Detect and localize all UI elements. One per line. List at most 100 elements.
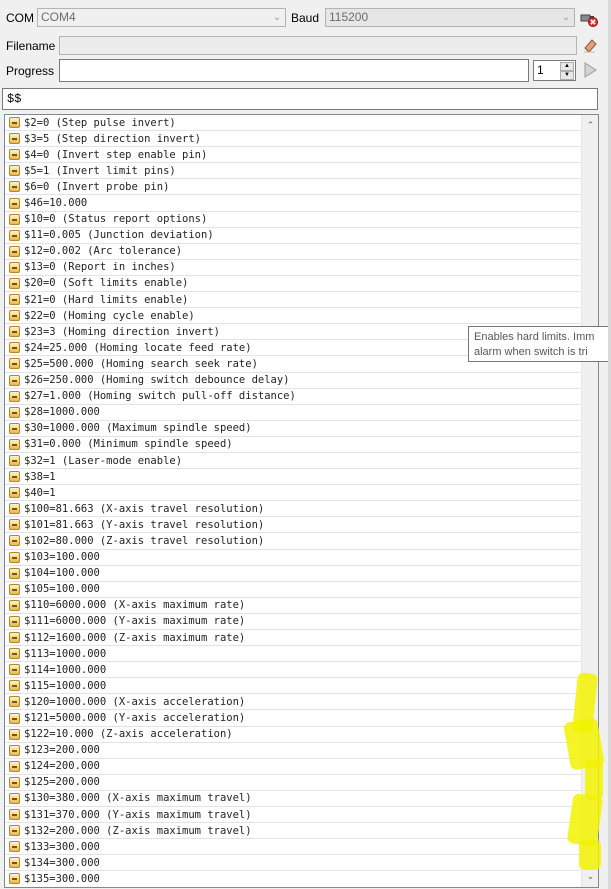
repeat-count-stepper[interactable]: 1 ▲ ▼	[533, 60, 576, 81]
list-item-text: $123=200.000	[24, 744, 100, 757]
list-item-text: $113=1000.000	[24, 647, 107, 660]
setting-line-icon	[9, 326, 20, 338]
list-item[interactable]: $134=300.000	[5, 855, 581, 872]
list-item[interactable]: $112=1600.000 (Z-axis maximum rate)	[5, 630, 581, 647]
list-item[interactable]: $110=6000.000 (X-axis maximum rate)	[5, 598, 581, 614]
list-item[interactable]: $10=0 (Status report options)	[5, 212, 581, 228]
setting-line-icon	[9, 342, 20, 354]
scroll-down-arrow-icon[interactable]: ⌄	[582, 868, 598, 885]
disconnect-plug-icon[interactable]	[578, 7, 600, 29]
list-item[interactable]: $12=0.002 (Arc tolerance)	[5, 244, 581, 260]
list-item[interactable]: $101=81.663 (Y-axis travel resolution)	[5, 517, 581, 534]
play-icon[interactable]	[579, 59, 601, 81]
setting-line-icon	[9, 615, 20, 627]
list-item[interactable]: $102=80.000 (Z-axis travel resolution)	[5, 533, 581, 550]
list-item[interactable]: $11=0.005 (Junction deviation)	[5, 228, 581, 244]
list-item[interactable]: $104=100.000	[5, 566, 581, 582]
list-item[interactable]: $133=300.000	[5, 839, 581, 856]
list-item[interactable]: $38=1	[5, 469, 581, 486]
list-item-text: $2=0 (Step pulse invert)	[24, 116, 176, 129]
list-item[interactable]: $2=0 (Step pulse invert)	[5, 115, 581, 132]
baud-select[interactable]: 115200 ⌄	[325, 8, 575, 27]
list-item[interactable]: $120=1000.000 (X-axis acceleration)	[5, 694, 581, 711]
list-item-text: $111=6000.000 (Y-axis maximum rate)	[24, 615, 246, 628]
list-item[interactable]: $113=1000.000	[5, 646, 581, 663]
list-item[interactable]: $26=250.000 (Homing switch debounce dela…	[5, 373, 581, 389]
list-item[interactable]: $100=81.663 (X-axis travel resolution)	[5, 501, 581, 518]
list-item-text: $101=81.663 (Y-axis travel resolution)	[24, 518, 265, 531]
setting-line-icon	[9, 422, 20, 434]
list-item-text: $135=300.000	[24, 872, 100, 885]
setting-line-icon	[9, 487, 20, 499]
list-item[interactable]: $32=1 (Laser-mode enable)	[5, 453, 581, 470]
list-item[interactable]: $40=1	[5, 485, 581, 502]
list-item[interactable]: $27=1.000 (Homing switch pull-off distan…	[5, 389, 581, 405]
list-item-text: $131=370.000 (Y-axis maximum travel)	[24, 808, 252, 821]
chevron-down-icon: ⌄	[561, 12, 571, 23]
baud-label: Baud	[291, 11, 320, 25]
setting-line-icon	[9, 294, 20, 306]
setting-line-icon	[9, 632, 20, 644]
list-item-text: $125=200.000	[24, 776, 100, 789]
filename-field[interactable]	[59, 36, 577, 55]
list-item-text: $24=25.000 (Homing locate feed rate)	[24, 341, 252, 354]
list-item[interactable]: $115=1000.000	[5, 678, 581, 695]
list-item[interactable]: $111=6000.000 (Y-axis maximum rate)	[5, 614, 581, 630]
list-item-text: $25=500.000 (Homing search seek rate)	[24, 357, 258, 370]
setting-line-icon	[9, 535, 20, 547]
stepper-down-button[interactable]: ▼	[560, 71, 574, 80]
setting-line-icon	[9, 873, 20, 885]
scroll-up-arrow-icon[interactable]: ⌃	[582, 117, 598, 134]
list-item[interactable]: $132=200.000 (Z-axis maximum travel)	[5, 823, 581, 840]
list-item[interactable]: $114=1000.000	[5, 662, 581, 679]
setting-line-icon	[9, 471, 20, 483]
list-item[interactable]: $3=5 (Step direction invert)	[5, 131, 581, 148]
list-item-text: $5=1 (Invert limit pins)	[24, 164, 176, 177]
list-item-text: $112=1600.000 (Z-axis maximum rate)	[24, 631, 246, 644]
list-item[interactable]: $22=0 (Homing cycle enable)	[5, 308, 581, 325]
eraser-icon[interactable]	[579, 34, 601, 56]
command-input[interactable]: $$	[2, 88, 598, 110]
list-item-text: $102=80.000 (Z-axis travel resolution)	[24, 534, 265, 547]
chevron-down-icon: ⌄	[272, 12, 282, 23]
list-item[interactable]: $30=1000.000 (Maximum spindle speed)	[5, 421, 581, 437]
stepper-up-button[interactable]: ▲	[560, 62, 574, 71]
settings-list[interactable]: $2=0 (Step pulse invert) $3=5 (Step direc…	[4, 114, 599, 888]
list-item-text: $3=5 (Step direction invert)	[24, 132, 202, 145]
list-item[interactable]: $135=300.000	[5, 871, 581, 887]
com-select[interactable]: COM4 ⌄	[37, 8, 286, 27]
list-item[interactable]: $46=10.000	[5, 195, 581, 212]
list-item[interactable]: $130=380.000 (X-axis maximum travel)	[5, 791, 581, 808]
setting-line-icon	[9, 599, 20, 611]
list-item[interactable]: $121=5000.000 (Y-axis acceleration)	[5, 710, 581, 727]
list-item[interactable]: $125=200.000	[5, 775, 581, 791]
list-item-text: $11=0.005 (Junction deviation)	[24, 229, 214, 242]
setting-line-icon	[9, 809, 20, 821]
list-item-text: $103=100.000	[24, 551, 100, 564]
list-item[interactable]: $28=1000.000	[5, 405, 581, 421]
list-item-text: $100=81.663 (X-axis travel resolution)	[24, 502, 265, 515]
list-item-text: $115=1000.000	[24, 679, 107, 692]
setting-line-icon	[9, 438, 20, 450]
list-item-text: $104=100.000	[24, 567, 100, 580]
list-item[interactable]: $122=10.000 (Z-axis acceleration)	[5, 727, 581, 743]
list-item[interactable]: $123=200.000	[5, 743, 581, 759]
list-item[interactable]: $6=0 (Invert probe pin)	[5, 179, 581, 196]
list-item-text: $23=3 (Homing direction invert)	[24, 325, 220, 338]
list-item[interactable]: $124=200.000	[5, 759, 581, 775]
list-item[interactable]: $103=100.000	[5, 550, 581, 566]
list-item[interactable]: $105=100.000	[5, 582, 581, 598]
list-item[interactable]: $31=0.000 (Minimum spindle speed)	[5, 437, 581, 453]
list-item[interactable]: $13=0 (Report in inches)	[5, 260, 581, 276]
list-item-text: $12=0.002 (Arc tolerance)	[24, 245, 183, 258]
list-item-text: $30=1000.000 (Maximum spindle speed)	[24, 422, 252, 435]
setting-line-icon	[9, 455, 20, 467]
list-item[interactable]: $4=0 (Invert step enable pin)	[5, 147, 581, 164]
setting-line-icon	[9, 149, 20, 161]
list-item[interactable]: $131=370.000 (Y-axis maximum travel)	[5, 807, 581, 824]
list-item[interactable]: $20=0 (Soft limits enable)	[5, 276, 581, 293]
setting-line-icon	[9, 648, 20, 660]
baud-select-value: 115200	[329, 10, 369, 24]
list-item[interactable]: $21=0 (Hard limits enable)	[5, 292, 581, 309]
list-item[interactable]: $5=1 (Invert limit pins)	[5, 163, 581, 180]
